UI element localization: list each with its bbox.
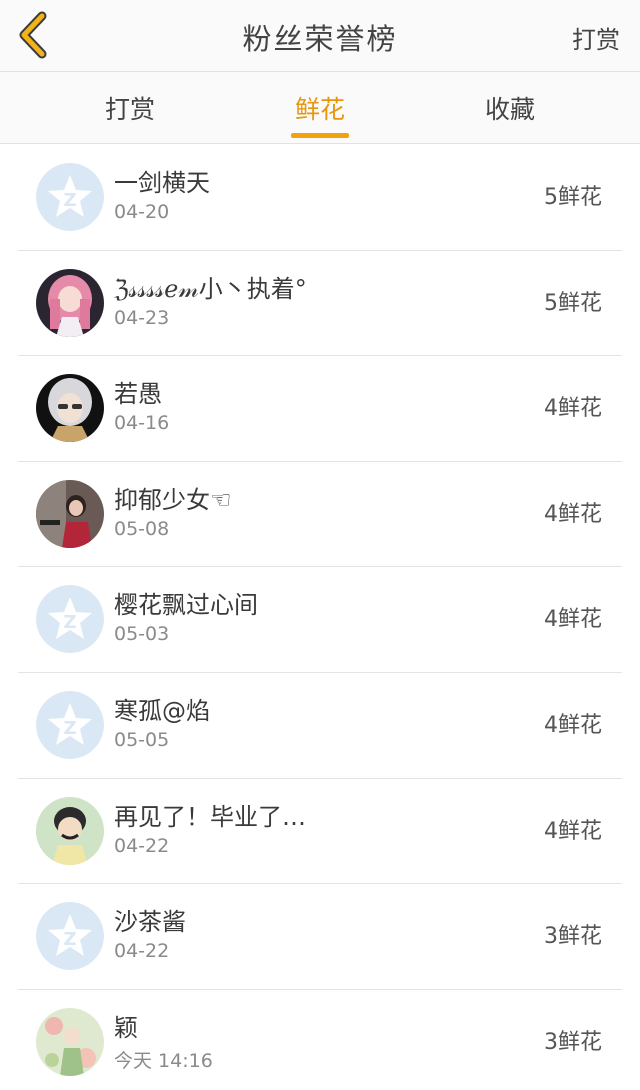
tab-favorites[interactable]: 收藏 <box>450 90 570 126</box>
list-item[interactable]: 若愚 04-16 4鲜花 <box>0 356 640 462</box>
svg-text:Z: Z <box>63 190 76 211</box>
fan-name: 颖 <box>114 1013 138 1042</box>
fan-ranking-list: Z 一剑横天 04-20 5鲜花 ℨ𝓈𝓈𝓈𝓈ℯ𝓂小丶执着° 04-23 5鲜花 … <box>0 145 640 1090</box>
photo-girl-avatar-icon <box>36 479 104 548</box>
list-item[interactable]: Z 沙茶酱 04-22 3鲜花 <box>0 884 640 990</box>
top-bar: 粉丝荣誉榜 打赏 <box>0 0 640 72</box>
silver-hair-avatar-icon <box>36 374 104 443</box>
fan-date: 05-03 <box>114 623 170 646</box>
flower-count: 3鲜花 <box>544 924 602 950</box>
fan-name: 樱花飘过心间 <box>114 591 258 620</box>
flower-count: 4鲜花 <box>544 396 602 422</box>
fan-name: 若愚 <box>114 380 162 409</box>
fan-name: ℨ𝓈𝓈𝓈𝓈ℯ𝓂小丶执着° <box>114 274 307 303</box>
fan-date: 04-22 <box>114 940 170 963</box>
fan-date: 04-20 <box>114 201 170 223</box>
flower-count: 4鲜花 <box>544 818 602 844</box>
fan-name: 抑郁少女☜ <box>114 485 232 514</box>
default-z-avatar-icon: Z <box>36 585 104 654</box>
flower-count: 4鲜花 <box>544 712 602 738</box>
fan-date: 今天 14:16 <box>114 1049 213 1072</box>
list-item[interactable]: Z 一剑横天 04-20 5鲜花 <box>0 145 640 251</box>
active-tab-indicator <box>291 133 349 138</box>
default-z-avatar-icon: Z <box>36 690 104 759</box>
tab-reward[interactable]: 打赏 <box>70 90 190 126</box>
svg-text:Z: Z <box>63 612 76 633</box>
page-title: 粉丝荣誉榜 <box>242 22 398 56</box>
fan-date: 04-23 <box>114 306 170 329</box>
fan-date: 05-05 <box>114 728 170 751</box>
flower-count: 4鲜花 <box>544 501 602 527</box>
list-item[interactable]: Z 樱花飘过心间 05-03 4鲜花 <box>0 567 640 673</box>
svg-text:Z: Z <box>63 718 76 739</box>
fan-name: 寒孤@焰 <box>114 696 210 725</box>
list-item[interactable]: 颖 今天 14:16 3鲜花 <box>0 990 640 1090</box>
fan-name: 再见了！毕业了… <box>114 802 306 831</box>
list-item[interactable]: Z 寒孤@焰 05-05 4鲜花 <box>0 673 640 779</box>
flower-count: 3鲜花 <box>544 1029 602 1055</box>
list-item[interactable]: ℨ𝓈𝓈𝓈𝓈ℯ𝓂小丶执着° 04-23 5鲜花 <box>0 251 640 357</box>
fan-date: 04-16 <box>114 412 170 435</box>
flower-count: 5鲜花 <box>544 185 602 210</box>
pink-hair-girl-avatar-icon <box>36 268 104 337</box>
cartoon-boy-avatar-icon <box>36 796 104 865</box>
default-z-avatar-icon: Z <box>36 163 104 231</box>
reward-button[interactable]: 打赏 <box>572 20 620 55</box>
fan-name: 一剑横天 <box>114 169 210 197</box>
fan-date: 05-08 <box>114 517 170 540</box>
svg-text:Z: Z <box>63 929 76 950</box>
default-z-avatar-icon: Z <box>36 902 104 971</box>
fan-date: 04-22 <box>114 834 170 857</box>
flower-girl-avatar-icon <box>36 1007 104 1076</box>
flower-count: 5鲜花 <box>544 290 602 316</box>
list-item[interactable]: 抑郁少女☜ 05-08 4鲜花 <box>0 462 640 568</box>
flower-count: 4鲜花 <box>544 607 602 633</box>
tab-bar: 打赏 鲜花 收藏 <box>0 72 640 144</box>
fan-name: 沙茶酱 <box>114 908 186 937</box>
list-item[interactable]: 再见了！毕业了… 04-22 4鲜花 <box>0 779 640 885</box>
tab-flowers[interactable]: 鲜花 <box>260 90 380 126</box>
